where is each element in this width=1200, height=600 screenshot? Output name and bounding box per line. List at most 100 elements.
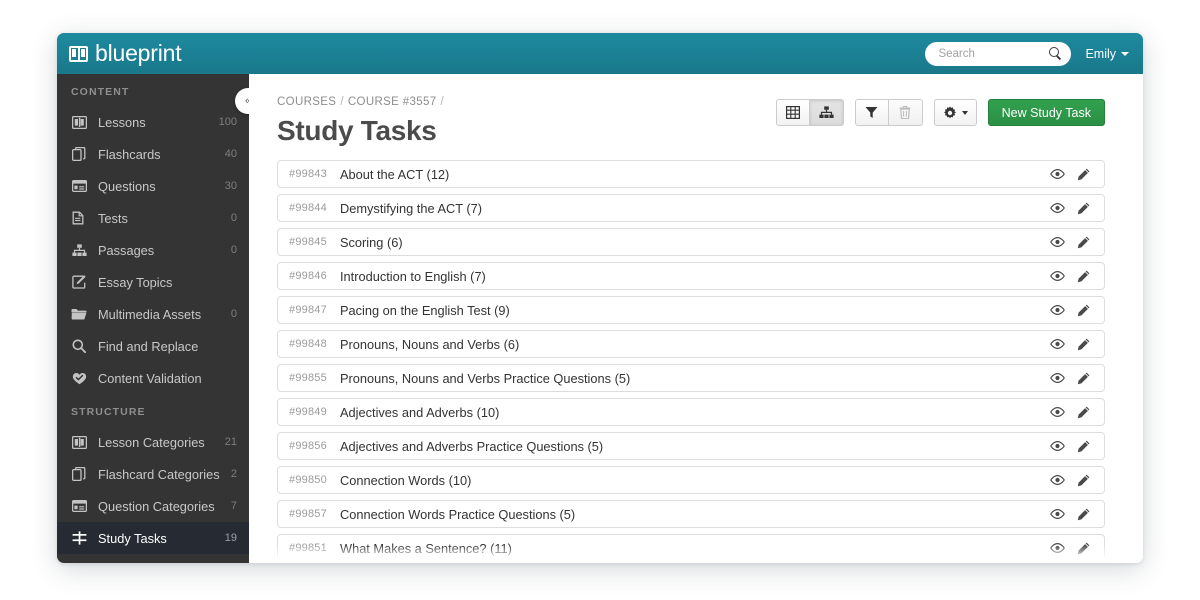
sidebar-item-passages[interactable]: Passages 0: [57, 234, 249, 266]
sidebar-item-flashcards[interactable]: Flashcards 40: [57, 138, 249, 170]
action-button-group: [854, 99, 923, 126]
search-icon[interactable]: [1049, 47, 1062, 60]
user-menu[interactable]: Emily: [1085, 47, 1129, 61]
sidebar-item-label: Lesson Categories: [98, 434, 205, 450]
sidebar-item-lesson-categories[interactable]: Lesson Categories 21: [57, 426, 249, 458]
sidebar-item-count: 0: [230, 244, 237, 256]
gear-icon: [943, 105, 957, 120]
pencil-icon[interactable]: [1077, 168, 1090, 181]
pencil-icon[interactable]: [1077, 542, 1090, 555]
study-task-list: #99843 About the ACT (12) #99844 Demysti…: [277, 160, 1105, 563]
eye-icon[interactable]: [1050, 169, 1065, 179]
sidebar-item-essay-topics[interactable]: Essay Topics: [57, 266, 249, 298]
flashcards-icon: [71, 147, 87, 161]
sidebar-item-label: Multimedia Assets: [98, 306, 202, 322]
table-view-icon: [785, 106, 800, 119]
table-row[interactable]: #99856 Adjectives and Adverbs Practice Q…: [277, 432, 1105, 460]
sidebar-item-question-categories[interactable]: Question Categories 7: [57, 490, 249, 522]
eye-icon[interactable]: [1050, 373, 1065, 383]
sidebar-item-label: Question Categories: [98, 498, 215, 514]
user-name: Emily: [1085, 46, 1116, 61]
row-actions: [1050, 236, 1104, 249]
pencil-icon[interactable]: [1077, 474, 1090, 487]
row-actions: [1050, 372, 1104, 385]
row-actions: [1050, 202, 1104, 215]
new-study-task-button[interactable]: New Study Task: [987, 99, 1105, 126]
task-title: Pronouns, Nouns and Verbs Practice Quest…: [340, 370, 631, 386]
essay-topics-icon: [71, 275, 87, 289]
task-title: Adjectives and Adverbs (10): [340, 404, 500, 420]
eye-icon[interactable]: [1050, 305, 1065, 315]
sidebar-item-find-and-replace[interactable]: Find and Replace: [57, 330, 249, 362]
sidebar-item-label: Study Tasks: [98, 530, 167, 546]
breadcrumb-courses[interactable]: COURSES: [277, 96, 336, 108]
table-row[interactable]: #99844 Demystifying the ACT (7): [277, 194, 1105, 222]
pencil-icon[interactable]: [1077, 372, 1090, 385]
table-row[interactable]: #99846 Introduction to English (7): [277, 262, 1105, 290]
sidebar-item-count: 2: [230, 468, 237, 480]
main-content: COURSES / COURSE #3557 / Study Tasks New…: [249, 74, 1143, 563]
sidebar-item-label: Find and Replace: [98, 338, 199, 354]
eye-icon[interactable]: [1050, 237, 1065, 247]
table-row[interactable]: #99848 Pronouns, Nouns and Verbs (6): [277, 330, 1105, 358]
eye-icon[interactable]: [1050, 407, 1065, 417]
delete-button[interactable]: [888, 99, 923, 126]
pencil-icon[interactable]: [1077, 440, 1090, 453]
table-row[interactable]: #99843 About the ACT (12): [277, 160, 1105, 188]
pencil-icon[interactable]: [1077, 508, 1090, 521]
book-logo-icon: [69, 45, 88, 62]
table-row[interactable]: #99851 What Makes a Sentence? (11): [277, 534, 1105, 562]
sidebar-section-structure: STRUCTURE: [71, 406, 146, 418]
sidebar-item-multimedia-assets[interactable]: Multimedia Assets 0: [57, 298, 249, 330]
eye-icon[interactable]: [1050, 203, 1065, 213]
sidebar-item-questions[interactable]: Questions 30: [57, 170, 249, 202]
table-row[interactable]: #99847 Pacing on the English Test (9): [277, 296, 1105, 324]
row-actions: [1050, 508, 1104, 521]
pencil-icon[interactable]: [1077, 202, 1090, 215]
table-row[interactable]: #99849 Adjectives and Adverbs (10): [277, 398, 1105, 426]
sidebar-item-count: 7: [230, 500, 237, 512]
breadcrumb-course-id[interactable]: COURSE #3557: [348, 96, 437, 108]
search-input[interactable]: [938, 47, 1050, 60]
table-row[interactable]: #99845 Scoring (6): [277, 228, 1105, 256]
sidebar-item-content-validation[interactable]: Content Validation: [57, 362, 249, 394]
pencil-icon[interactable]: [1077, 270, 1090, 283]
eye-icon[interactable]: [1050, 339, 1065, 349]
table-row[interactable]: #99855 Pronouns, Nouns and Verbs Practic…: [277, 364, 1105, 392]
sidebar-item-label: Flashcards: [98, 146, 161, 162]
sidebar-item-study-tasks[interactable]: Study Tasks 19: [57, 522, 249, 554]
tests-icon: [71, 211, 87, 225]
table-row[interactable]: #99857 Connection Words Practice Questio…: [277, 500, 1105, 528]
task-title: Connection Words Practice Questions (5): [340, 506, 576, 522]
task-title: Scoring (6): [340, 234, 403, 250]
task-id: #99856: [289, 440, 327, 452]
app-body: CONTENT Lessons 100 Flashcards 40 Questi…: [57, 74, 1143, 563]
pencil-icon[interactable]: [1077, 236, 1090, 249]
eye-icon[interactable]: [1050, 475, 1065, 485]
settings-button[interactable]: [933, 99, 977, 126]
sidebar-item-count: 21: [224, 436, 237, 448]
sidebar-item-lessons[interactable]: Lessons 100: [57, 106, 249, 138]
pencil-icon[interactable]: [1077, 406, 1090, 419]
eye-icon[interactable]: [1050, 271, 1065, 281]
passages-icon: [71, 243, 87, 257]
caret-down-icon: [1121, 51, 1129, 56]
search-box[interactable]: [925, 41, 1072, 66]
heart-check-icon: [71, 372, 87, 385]
sidebar-item-label: Passages: [98, 242, 155, 258]
tree-view-button[interactable]: [809, 99, 844, 126]
sidebar-item-flashcard-categories[interactable]: Flashcard Categories 2: [57, 458, 249, 490]
table-view-button[interactable]: [775, 99, 810, 126]
eye-icon[interactable]: [1050, 543, 1065, 553]
eye-icon[interactable]: [1050, 441, 1065, 451]
eye-icon[interactable]: [1050, 509, 1065, 519]
pencil-icon[interactable]: [1077, 304, 1090, 317]
caret-down-icon: [961, 110, 968, 115]
table-row[interactable]: #99850 Connection Words (10): [277, 466, 1105, 494]
filter-button[interactable]: [854, 99, 889, 126]
sidebar-item-count: 19: [224, 532, 237, 544]
sidebar-item-tests[interactable]: Tests 0: [57, 202, 249, 234]
row-actions: [1050, 270, 1104, 283]
brand-logo-area[interactable]: blueprint: [57, 42, 182, 65]
pencil-icon[interactable]: [1077, 338, 1090, 351]
